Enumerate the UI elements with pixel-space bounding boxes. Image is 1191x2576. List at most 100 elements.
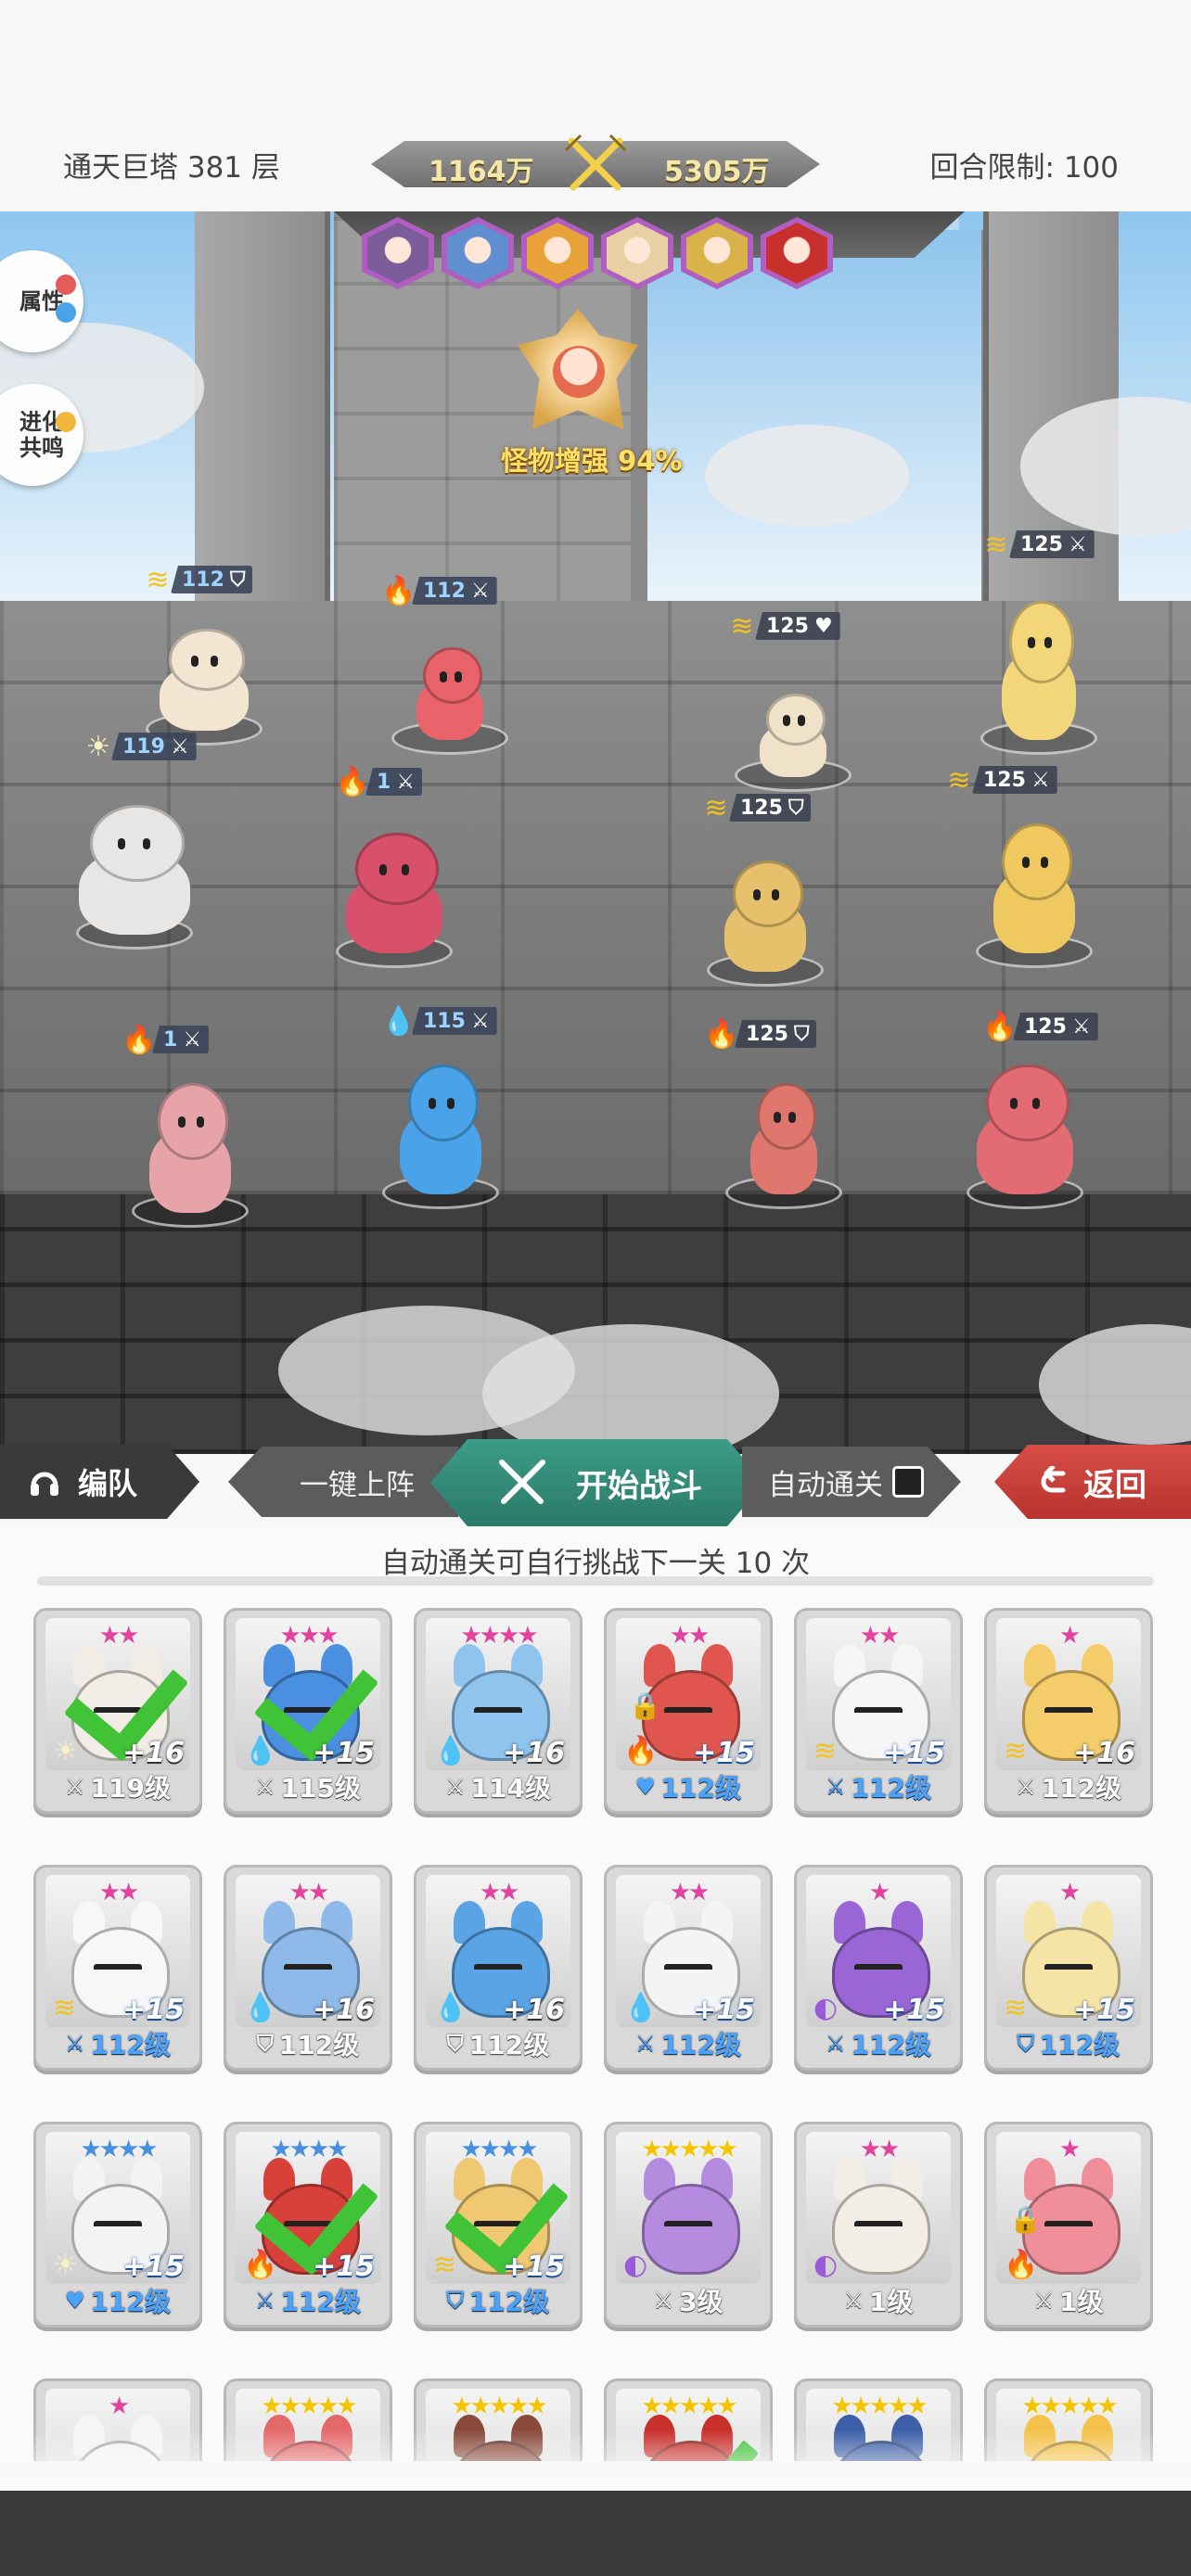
hero-card[interactable]: 🔒 🔥 ★ ⚔ 1级 [984, 2122, 1153, 2327]
fire-element-icon: 🔥 [122, 1023, 157, 1056]
ally-unit[interactable] [65, 805, 204, 950]
enemy-portrait[interactable] [442, 217, 514, 289]
hero-level-text: 112级 [278, 2030, 360, 2060]
enemy-unit[interactable] [707, 861, 824, 987]
sword-role-icon: ⚔ [255, 1774, 275, 1800]
hero-level: ⚔ 112级 [996, 1768, 1141, 1805]
unit-level: 125 ♥ [755, 612, 840, 640]
start-battle-button[interactable]: 开始战斗 [430, 1439, 764, 1526]
unit-level-tag: ≋ 125 ⛉ [698, 792, 812, 824]
enemy-unit[interactable] [965, 1065, 1085, 1209]
enemy-unit[interactable] [976, 823, 1093, 968]
ally-unit[interactable] [382, 1065, 499, 1209]
sword-role-icon: ⚔ [826, 2031, 846, 2057]
fire-element-icon: 🔥 [704, 1017, 739, 1051]
ally-unit[interactable] [334, 833, 455, 968]
enemy-unit[interactable] [980, 601, 1097, 755]
ally-unit[interactable] [146, 629, 263, 746]
enemy-portrait[interactable] [761, 217, 833, 289]
hero-card[interactable]: ◐ +15 ★ ⚔ 112级 [794, 1865, 963, 2071]
hero-card[interactable]: ≋ +15 ★ ⛉ 112级 [984, 1865, 1153, 2071]
start-battle-label: 开始战斗 [576, 1467, 702, 1505]
enhance-level: +15 [693, 1737, 755, 1769]
auto-clear-note: 自动通关可自行挑战下一关 10 次 [380, 1547, 811, 1580]
one-key-deploy-button[interactable]: 一键上阵 [228, 1447, 458, 1517]
ally-unit[interactable] [132, 1083, 249, 1228]
hero-card[interactable]: ☀ +15 ★★★★ ♥ 112级 [33, 2122, 202, 2327]
unit-head [423, 647, 482, 704]
enemy-portrait[interactable] [362, 217, 434, 289]
sword-role-icon: ⚔ [1068, 532, 1087, 556]
hero-card[interactable]: ◐ ★★★★★ ⚔ 3级 [604, 2122, 773, 2327]
hero-level: ⚔ 112级 [806, 2025, 951, 2062]
unit-eye [143, 838, 150, 850]
enemy-portrait-row [362, 217, 833, 289]
fire-element-icon: 🔥 [381, 574, 416, 607]
auto-clear-checkbox[interactable] [892, 1466, 924, 1498]
hero-level-text: 114级 [470, 1773, 551, 1804]
hero-card[interactable]: ◐ ★★ ⚔ 1级 [794, 2122, 963, 2327]
hero-card[interactable]: 💧 +16 ★★★★ ⚔ 114级 [414, 1608, 583, 1814]
hero-level: ♥ 112级 [616, 1768, 761, 1805]
shield-role-icon: ⛉ [793, 1022, 810, 1046]
shield-role-icon: ⛉ [788, 796, 804, 820]
hero-card[interactable]: ≋ +15 ★★★★ ⛉ 112级 [414, 2122, 583, 2327]
thunder-element-icon: ≋ [947, 763, 971, 797]
back-button[interactable]: 返回 [994, 1445, 1191, 1519]
enhance-level: +15 [503, 2251, 565, 2283]
hero-eyes [474, 1707, 522, 1722]
star-rating: ★★ [98, 1879, 140, 1906]
hero-roster: 自动通关可自行挑战下一关 10 次 ☀ +16 ★★ ⚔ 119级 💧 +15 ★★★ ⚔ 115… [0, 1528, 1191, 2461]
fire-element-icon: 🔥 [1004, 2249, 1039, 2281]
star-rating: ★ [1058, 1622, 1081, 1650]
enhance-level: +15 [693, 1994, 755, 2026]
unit-eye [1044, 637, 1052, 648]
top-header: 通天巨塔 381 层 1164万 5305万 回合限制: 100 [0, 0, 1191, 211]
star-rating: ★★★★★ [641, 2392, 738, 2420]
lock-icon: 🔒 [1009, 2204, 1042, 2235]
enemy-unit[interactable] [725, 1083, 842, 1209]
hero-card[interactable]: ☀ +16 ★★ ⚔ 119级 [33, 1608, 202, 1814]
hero-portrait: 💧 +15 ★★★ [236, 1618, 380, 1770]
sword-role-icon: ⚔ [1033, 2288, 1055, 2314]
system-bottom-bar [0, 2491, 1191, 2576]
enemy-portrait[interactable] [601, 217, 673, 289]
hero-card[interactable]: ≋ +15 ★★ ⚔ 112级 [794, 1608, 963, 1814]
unit-eye [177, 1116, 186, 1129]
hero-portrait: ≋ +15 ★ [996, 1875, 1141, 2027]
thunder-element-icon: ≋ [730, 609, 754, 643]
hero-level-text: 1级 [869, 2287, 914, 2317]
water-element-icon: 💧 [381, 1004, 416, 1038]
unit-level: 112 ⛉ [171, 566, 253, 593]
unit-eye [1021, 857, 1030, 869]
team-formation-button[interactable]: 编队 [0, 1445, 199, 1519]
hero-level-text: 112级 [660, 1773, 741, 1804]
hero-card[interactable]: 🔥 +15 ★★★★ ⚔ 112级 [224, 2122, 392, 2327]
sword-role-icon: ⚔ [255, 2288, 275, 2314]
enhance-level: +15 [1073, 1994, 1135, 2026]
hero-card[interactable]: 💧 +16 ★★ ⛉ 112级 [224, 1865, 392, 2071]
hero-card[interactable]: 🔒 🔥 +15 ★★ ♥ 112级 [604, 1608, 773, 1814]
hero-level-text: 112级 [851, 1773, 931, 1804]
unit-level: 1 ⚔ [152, 1026, 210, 1053]
unit-level-tag: ≋ 112 ⛉ [139, 564, 253, 596]
unit-eye [788, 1112, 797, 1124]
enemy-portrait[interactable] [521, 217, 594, 289]
hero-card[interactable]: 💧 +16 ★★ ⛉ 112级 [414, 1865, 583, 2071]
enemy-portrait[interactable] [681, 217, 753, 289]
ally-unit[interactable] [391, 647, 508, 755]
crossed-swords-icon [564, 134, 627, 191]
resonance-dot-icon [56, 412, 76, 432]
unit-eye [118, 838, 125, 850]
hero-card[interactable]: 💧 +15 ★★ ⚔ 112级 [604, 1865, 773, 2071]
auto-clear-toggle[interactable]: 自动通关 [742, 1447, 961, 1517]
enemy-power: 5305万 [664, 156, 770, 188]
hero-portrait: ◐ ★★ [806, 2132, 951, 2284]
hero-card[interactable]: 💧 +15 ★★★ ⚔ 115级 [224, 1608, 392, 1814]
hero-card[interactable]: ≋ +15 ★★ ⚔ 112级 [33, 1865, 202, 2071]
enhance-level: +15 [122, 2251, 185, 2283]
enemy-unit[interactable] [735, 694, 852, 792]
hero-eyes [1044, 1964, 1093, 1979]
unit-level-tag: 🔥 125 ⛉ [703, 1017, 817, 1051]
hero-card[interactable]: ≋ +16 ★ ⚔ 112级 [984, 1608, 1153, 1814]
